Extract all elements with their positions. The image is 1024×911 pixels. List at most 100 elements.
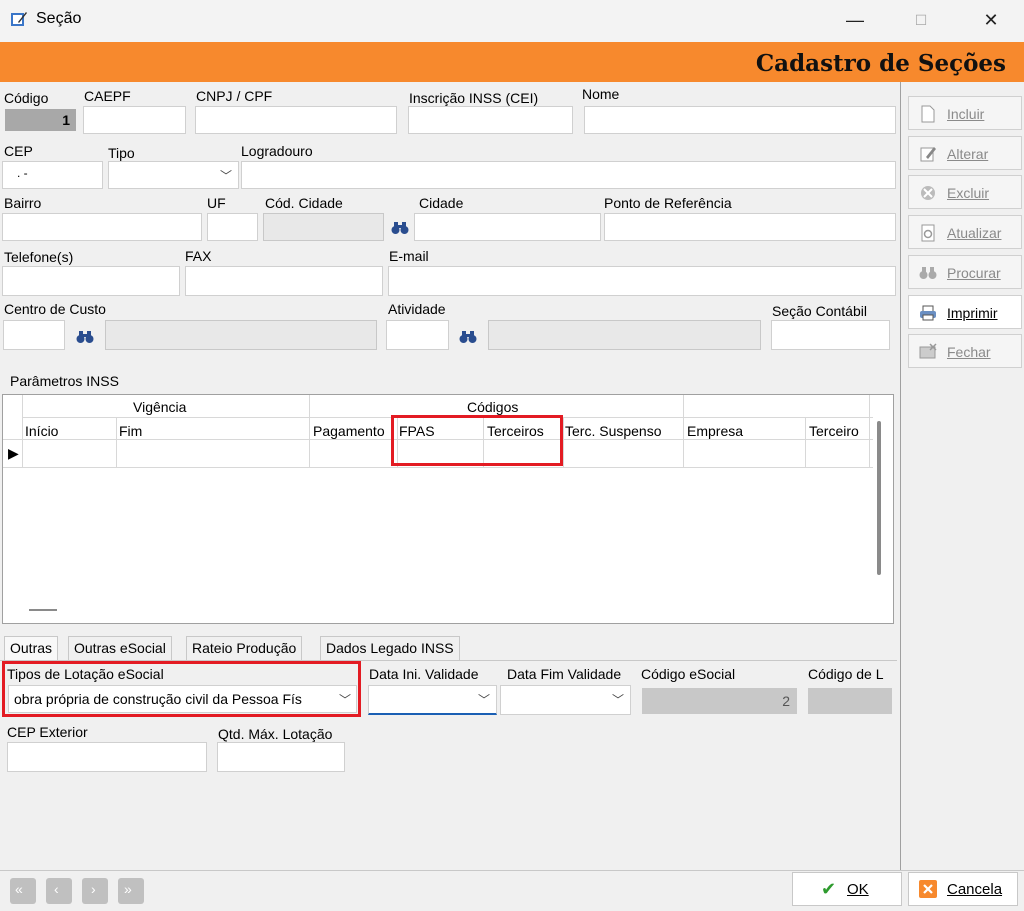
- maximize-button[interactable]: ☐: [898, 4, 944, 36]
- new-document-icon: [921, 105, 935, 123]
- atualizar-button[interactable]: Atualizar: [908, 215, 1022, 249]
- nome-input[interactable]: [584, 106, 896, 134]
- chevron-down-icon: ﹀: [338, 693, 351, 707]
- tipo-select[interactable]: ﹀: [108, 161, 239, 189]
- col-terc-suspenso[interactable]: Terc. Suspenso: [565, 423, 662, 439]
- fax-input[interactable]: [185, 266, 383, 296]
- cidade-input[interactable]: [414, 213, 601, 241]
- inscricao-input[interactable]: [408, 106, 573, 134]
- telefone-input[interactable]: [2, 266, 180, 296]
- fechar-button[interactable]: Fechar: [908, 334, 1022, 368]
- col-inicio[interactable]: Início: [25, 423, 58, 439]
- tab-dados-legado-inss[interactable]: Dados Legado INSS: [320, 636, 460, 660]
- page-title: Cadastro de Seções: [755, 50, 1006, 77]
- chevron-down-icon: ﹀: [611, 693, 624, 707]
- col-fim[interactable]: Fim: [119, 423, 142, 439]
- cancel-icon: [919, 880, 937, 898]
- logradouro-label: Logradouro: [241, 143, 313, 159]
- alterar-button[interactable]: Alterar: [908, 136, 1022, 170]
- grid-col-line: [116, 417, 117, 467]
- incluir-label: Incluir: [947, 106, 985, 122]
- highlight-fpas-terceiros: [391, 415, 563, 466]
- logradouro-input[interactable]: [241, 161, 896, 189]
- tab-rateio-producao[interactable]: Rateio Produção: [186, 636, 303, 660]
- procurar-label: Procurar: [947, 265, 1001, 281]
- qtd-max-lotacao-input[interactable]: [217, 742, 345, 772]
- codigos-header: Códigos: [467, 399, 519, 415]
- first-record-button[interactable]: «: [10, 878, 36, 904]
- window-title: Seção: [36, 10, 82, 27]
- cep-exterior-input[interactable]: [7, 742, 207, 772]
- minimize-button[interactable]: —: [832, 4, 878, 36]
- cep-label: CEP: [4, 143, 33, 159]
- atividade-desc: [488, 320, 761, 350]
- uf-input[interactable]: [207, 213, 258, 241]
- grid-col-line: [805, 417, 806, 467]
- binoculars-icon[interactable]: [459, 330, 477, 344]
- next-record-button[interactable]: ›: [82, 878, 108, 904]
- last-record-button[interactable]: »: [118, 878, 144, 904]
- cep-input[interactable]: . -: [2, 161, 103, 189]
- chevron-down-icon: ﹀: [219, 169, 232, 183]
- cod-cidade-label: Cód. Cidade: [265, 195, 343, 211]
- vertical-scrollbar[interactable]: [877, 421, 881, 575]
- form-edit-icon: [11, 12, 27, 26]
- data-ini-validade-select[interactable]: ﹀: [368, 685, 497, 715]
- incluir-button[interactable]: Incluir: [908, 96, 1022, 130]
- data-ini-validade-label: Data Ini. Validade: [369, 666, 479, 682]
- fax-label: FAX: [185, 248, 212, 264]
- cep-exterior-label: CEP Exterior: [7, 724, 88, 740]
- vigencia-header: Vigência: [133, 399, 187, 415]
- grid-col-line: [869, 395, 870, 467]
- excluir-button[interactable]: Excluir: [908, 175, 1022, 209]
- cancela-label: Cancela: [947, 881, 1003, 898]
- first-icon: «: [15, 881, 23, 897]
- codigo-esocial-field: 2: [642, 688, 797, 714]
- cep-value: . -: [17, 166, 28, 180]
- centro-custo-desc: [105, 320, 377, 350]
- bairro-input[interactable]: [2, 213, 202, 241]
- delete-icon: [921, 186, 935, 200]
- tab-outras-esocial[interactable]: Outras eSocial: [68, 636, 172, 660]
- ok-button[interactable]: ✔ OK: [792, 872, 902, 906]
- caepf-label: CAEPF: [84, 88, 131, 104]
- binoculars-icon: [919, 267, 937, 279]
- codigo-field[interactable]: 1: [5, 109, 76, 131]
- qtd-max-lotacao-label: Qtd. Máx. Lotação: [218, 726, 333, 742]
- ponto-referencia-input[interactable]: [604, 213, 896, 241]
- email-input[interactable]: [388, 266, 896, 296]
- binoculars-icon[interactable]: [76, 330, 94, 344]
- atividade-input[interactable]: [386, 320, 449, 350]
- secao-contabil-input[interactable]: [771, 320, 890, 350]
- close-button[interactable]: ✕: [968, 4, 1014, 36]
- tipos-lotacao-select[interactable]: obra própria de construção civil da Pess…: [8, 685, 357, 713]
- row-indicator-icon: ▶: [8, 445, 19, 461]
- col-empresa[interactable]: Empresa: [687, 423, 743, 439]
- grid-col-line: [309, 395, 310, 467]
- cnpj-input[interactable]: [195, 106, 397, 134]
- fechar-label: Fechar: [947, 344, 991, 360]
- check-icon: ✔: [821, 879, 837, 899]
- imprimir-button[interactable]: Imprimir: [908, 295, 1022, 329]
- caepf-input[interactable]: [83, 106, 186, 134]
- horizontal-scrollbar[interactable]: [29, 609, 57, 611]
- refresh-icon: [921, 224, 935, 242]
- grid-col-line: [22, 395, 23, 467]
- secao-contabil-label: Seção Contábil: [772, 303, 867, 319]
- centro-custo-label: Centro de Custo: [4, 301, 106, 317]
- data-fim-validade-label: Data Fim Validade: [507, 666, 622, 682]
- col-terceiro[interactable]: Terceiro: [809, 423, 859, 439]
- grid-col-line: [563, 417, 564, 467]
- centro-custo-input[interactable]: [3, 320, 65, 350]
- cancela-button[interactable]: Cancela: [908, 872, 1018, 906]
- chevron-down-icon: ﹀: [477, 693, 490, 707]
- binoculars-icon[interactable]: [391, 221, 409, 235]
- tipos-lotacao-label: Tipos de Lotação eSocial: [7, 666, 164, 682]
- data-fim-validade-select[interactable]: ﹀: [500, 685, 631, 715]
- tab-outras[interactable]: Outras: [4, 636, 59, 660]
- prev-icon: ‹: [54, 881, 59, 897]
- last-icon: »: [124, 881, 132, 897]
- procurar-button[interactable]: Procurar: [908, 255, 1022, 289]
- col-pagamento[interactable]: Pagamento: [313, 423, 385, 439]
- prev-record-button[interactable]: ‹: [46, 878, 72, 904]
